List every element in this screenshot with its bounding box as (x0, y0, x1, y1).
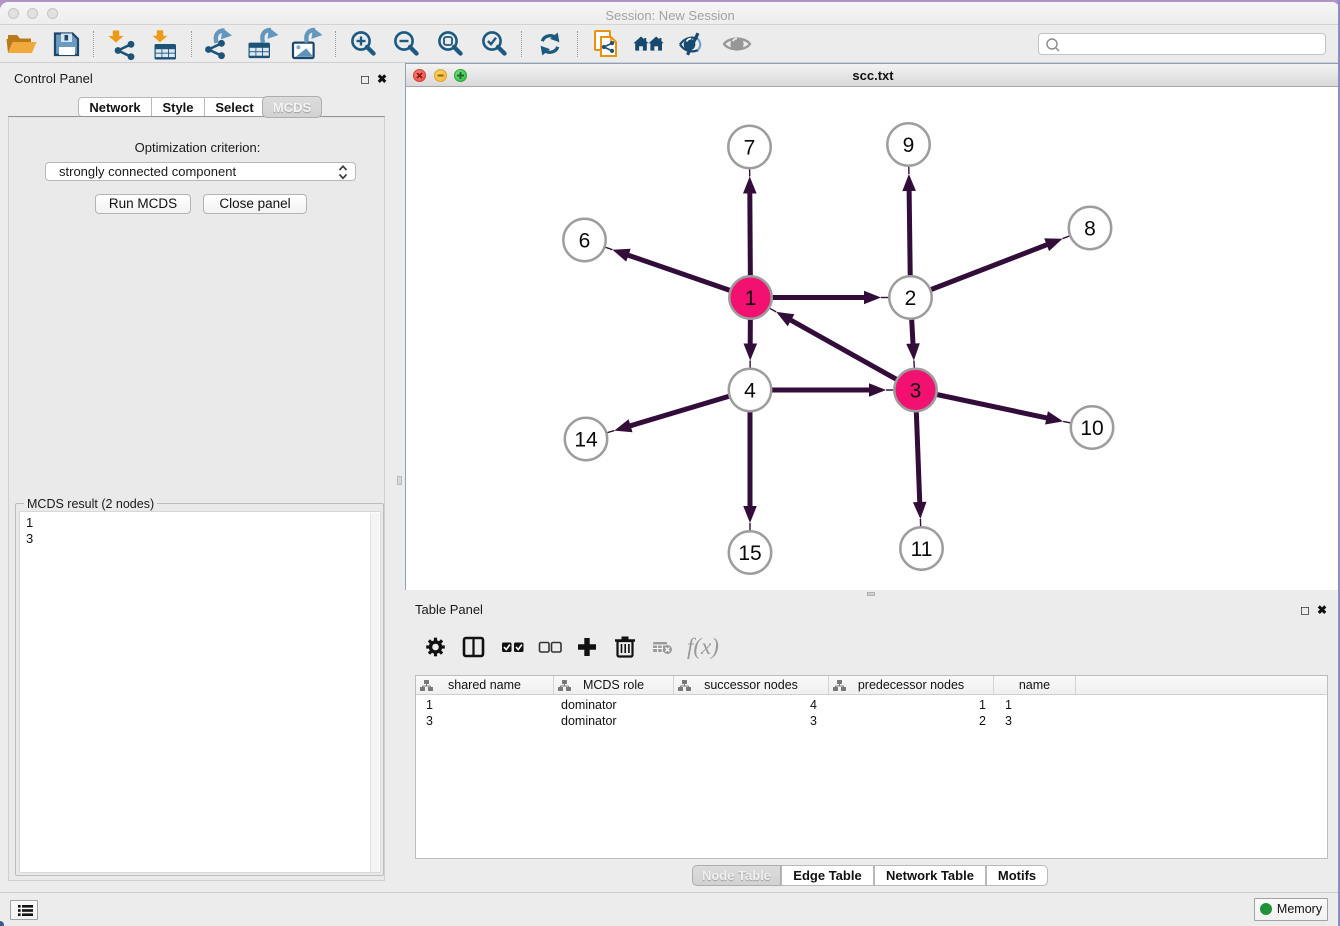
svg-text:9: 9 (903, 134, 915, 157)
svg-text:f(x): f(x) (687, 634, 719, 659)
svg-text:14: 14 (574, 428, 598, 451)
svg-text:10: 10 (1080, 417, 1103, 440)
svg-text:15: 15 (738, 542, 761, 565)
svg-text:1: 1 (745, 287, 757, 310)
svg-text:8: 8 (1084, 217, 1096, 240)
svg-text:6: 6 (579, 229, 591, 252)
svg-text:3: 3 (910, 379, 922, 402)
svg-text:11: 11 (911, 538, 933, 561)
svg-text:7: 7 (744, 136, 756, 159)
svg-text:2: 2 (905, 287, 917, 310)
svg-text:4: 4 (744, 379, 756, 402)
